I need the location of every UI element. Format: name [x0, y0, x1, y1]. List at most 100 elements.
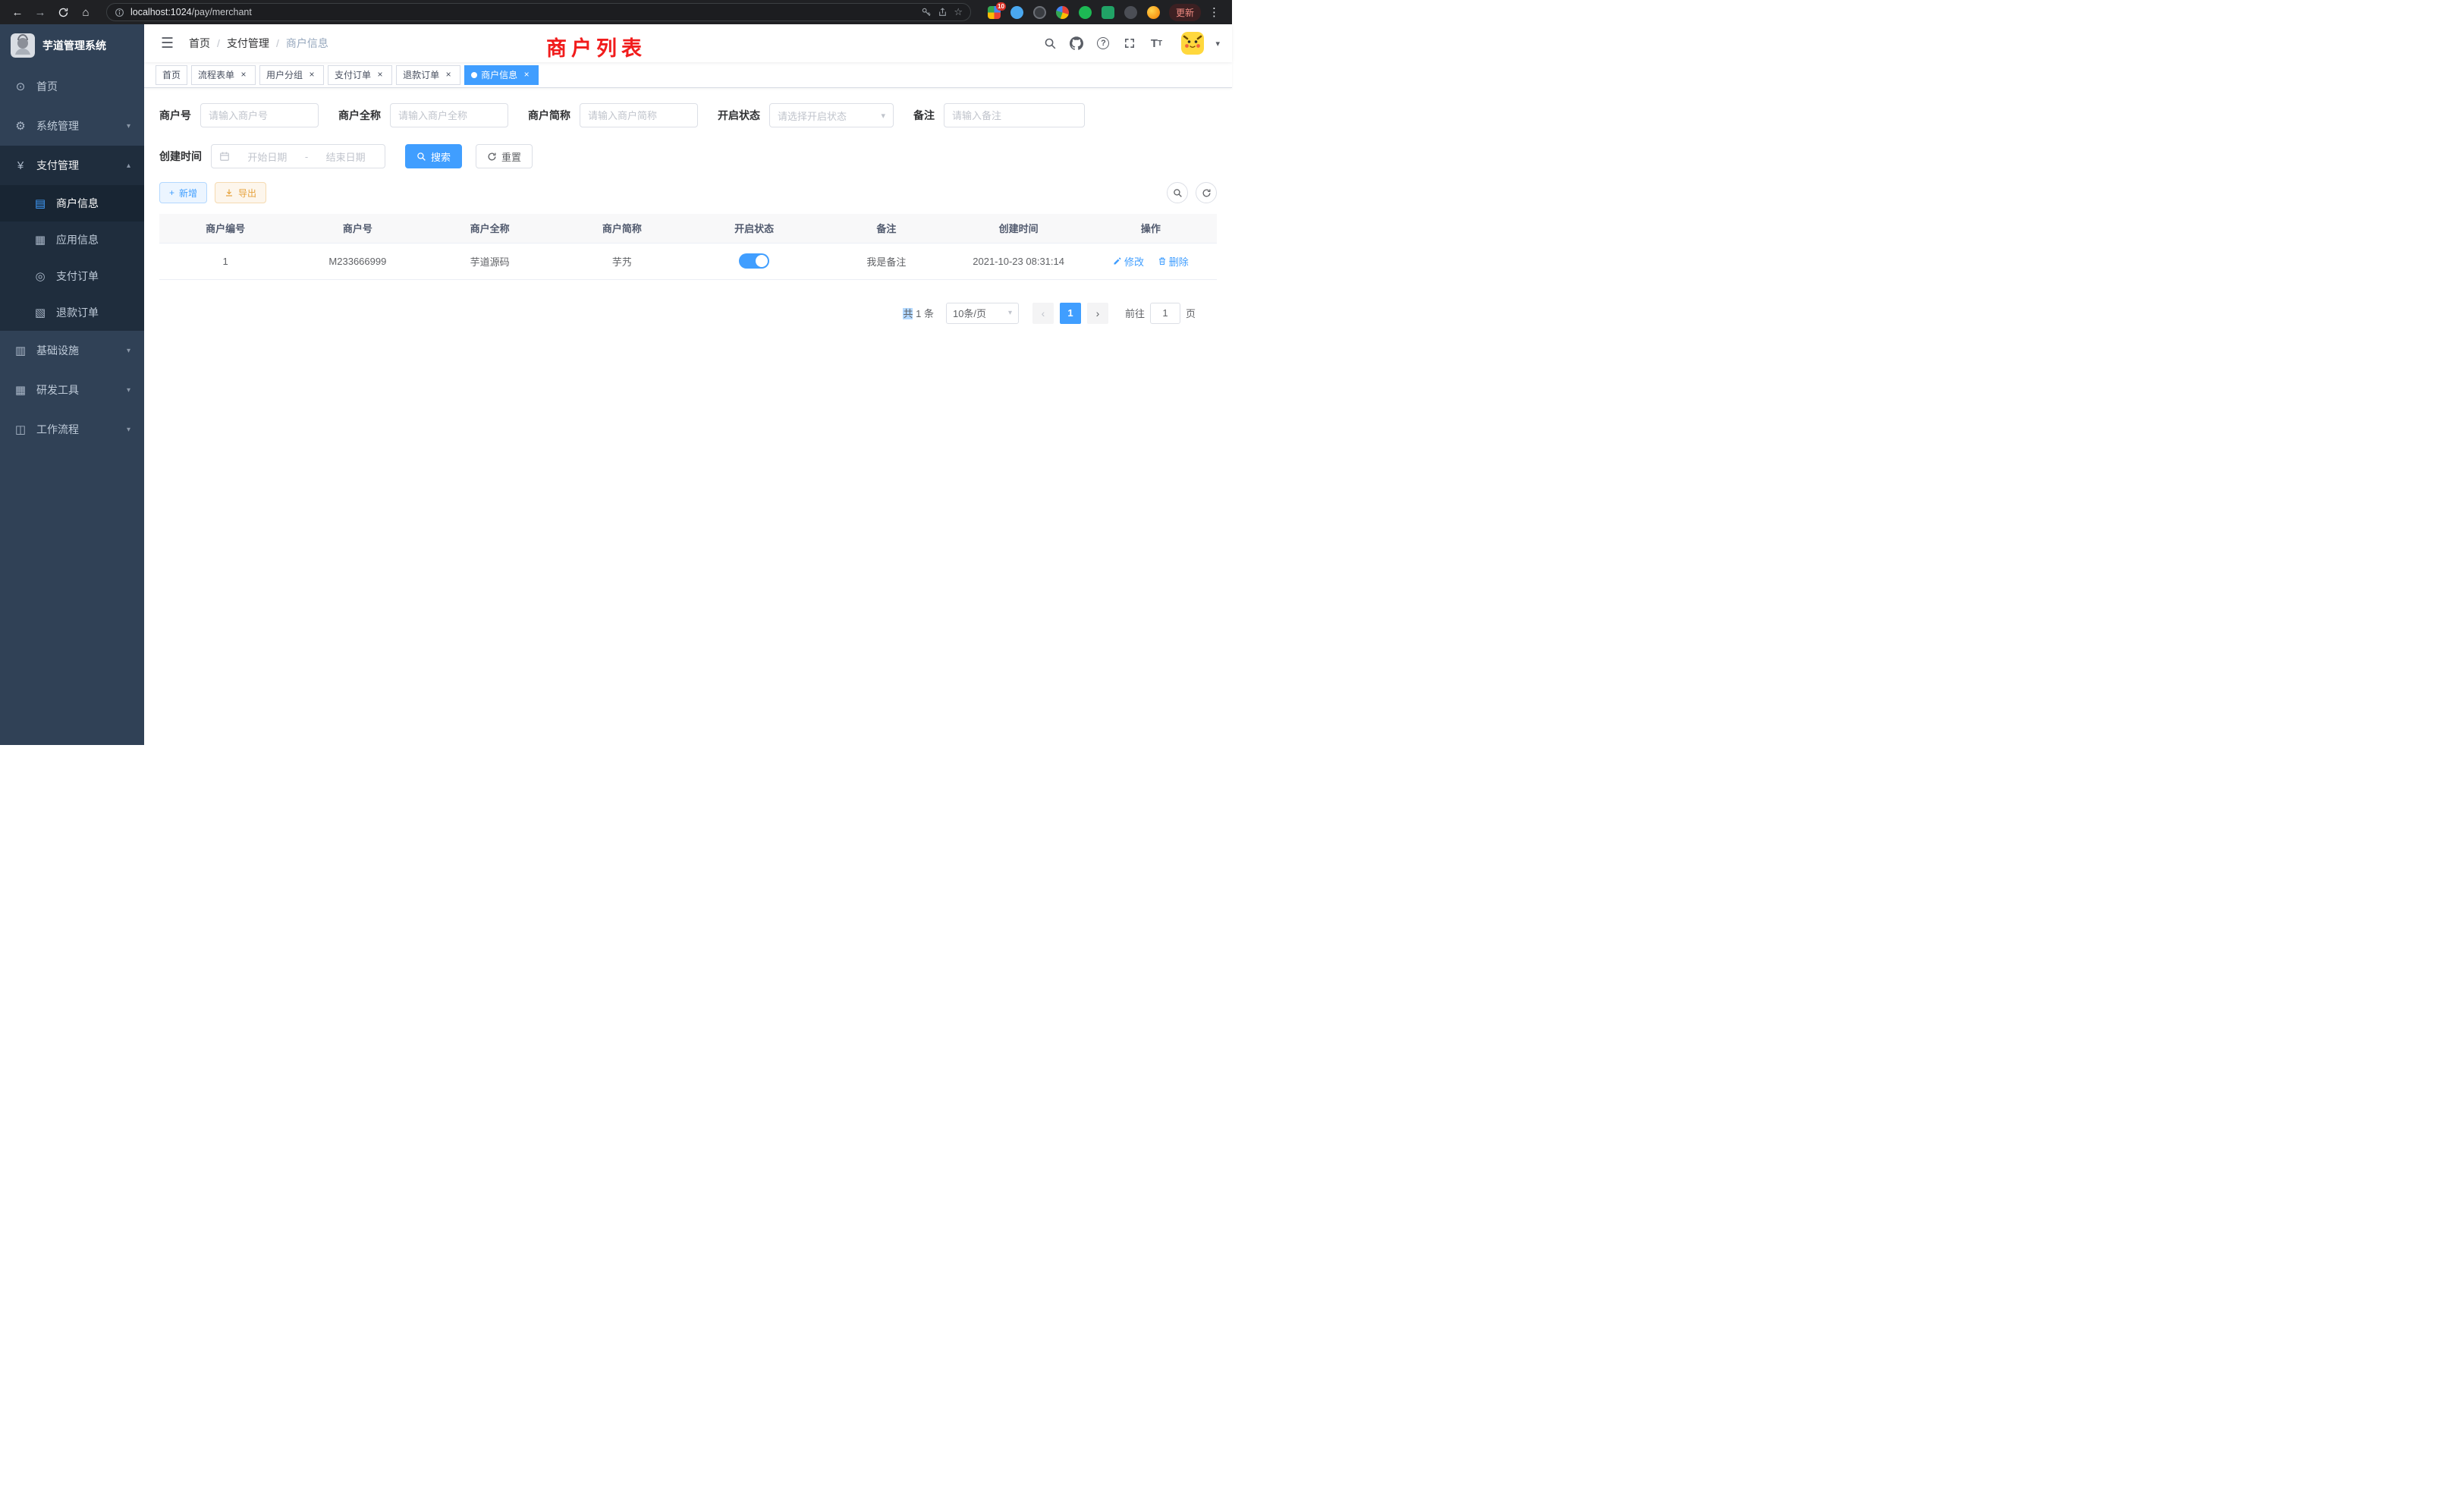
back-icon[interactable]: ←	[8, 2, 27, 22]
user-avatar[interactable]	[1181, 32, 1204, 55]
cell-create-time: 2021-10-23 08:31:14	[953, 243, 1085, 279]
remark-input[interactable]	[944, 103, 1085, 127]
search-button[interactable]: 搜索	[405, 144, 462, 168]
extension-icon-6[interactable]	[1102, 6, 1114, 19]
chevron-down-icon: ▾	[127, 426, 130, 434]
tab-label: 支付订单	[335, 68, 371, 81]
page-suffix-label: 页	[1186, 306, 1196, 320]
tab-process-form[interactable]: 流程表单 ×	[191, 65, 256, 85]
site-info-icon[interactable]	[115, 8, 124, 17]
sidebar-item-payment[interactable]: ¥ 支付管理 ▴	[0, 146, 144, 185]
plus-icon: +	[169, 187, 174, 198]
tab-label: 商户信息	[481, 68, 517, 81]
merchant-no-input[interactable]	[200, 103, 319, 127]
sidebar-item-dev-tools[interactable]: ▦ 研发工具 ▾	[0, 370, 144, 410]
reset-button[interactable]: 重置	[476, 144, 533, 168]
address-bar[interactable]: localhost:1024/pay/merchant ☆	[106, 3, 971, 21]
extension-icon-7[interactable]	[1124, 6, 1137, 19]
fullscreen-icon[interactable]	[1122, 36, 1137, 51]
col-merchant-id: 商户编号	[159, 214, 291, 243]
short-name-input[interactable]	[580, 103, 698, 127]
add-button[interactable]: + 新增	[159, 182, 207, 203]
calendar-icon	[219, 151, 230, 162]
edit-link[interactable]: 修改	[1113, 254, 1144, 269]
tab-close-icon[interactable]: ×	[443, 70, 454, 80]
tab-pay-order[interactable]: 支付订单 ×	[328, 65, 392, 85]
tab-close-icon[interactable]: ×	[306, 70, 317, 80]
tab-merchant-info[interactable]: 商户信息 ×	[464, 65, 539, 85]
app-grid-icon: ▦	[33, 233, 47, 247]
search-icon[interactable]	[1042, 36, 1058, 51]
share-icon[interactable]	[938, 7, 948, 17]
full-name-input[interactable]	[390, 103, 508, 127]
reload-icon[interactable]	[53, 2, 73, 22]
sidebar-item-app-info[interactable]: ▦ 应用信息	[0, 222, 144, 258]
tab-close-icon[interactable]: ×	[375, 70, 385, 80]
create-time-range-picker[interactable]: 开始日期 - 结束日期	[211, 144, 385, 168]
cell-remark: 我是备注	[820, 243, 952, 279]
next-page-button[interactable]: ›	[1087, 303, 1108, 324]
prev-page-button[interactable]: ‹	[1032, 303, 1054, 324]
home-icon[interactable]: ⌂	[76, 2, 96, 22]
merchant-icon: ▤	[33, 196, 47, 210]
status-label: 开启状态	[718, 108, 760, 123]
extension-icon-4[interactable]	[1056, 6, 1069, 19]
sidebar-item-merchant-info[interactable]: ▤ 商户信息	[0, 185, 144, 222]
tab-close-icon[interactable]: ×	[238, 70, 249, 80]
breadcrumb-separator: /	[217, 37, 220, 49]
col-short-name: 商户简称	[556, 214, 688, 243]
refund-icon: ▧	[33, 306, 47, 319]
extension-icon-1[interactable]: 10	[988, 6, 1001, 19]
cell-short-name: 芋艿	[556, 243, 688, 279]
extension-badge: 10	[996, 2, 1006, 11]
goto-page-input[interactable]	[1150, 303, 1180, 324]
create-time-label: 创建时间	[159, 149, 202, 164]
cell-full-name: 芋道源码	[424, 243, 556, 279]
help-icon[interactable]: ?	[1095, 36, 1111, 51]
status-select[interactable]: 请选择开启状态 ▾	[769, 103, 894, 127]
col-status: 开启状态	[688, 214, 820, 243]
sidebar-logo-row: 芋道管理系统	[0, 24, 144, 67]
extension-icon-8[interactable]	[1147, 6, 1160, 19]
browser-menu-icon[interactable]: ⋮	[1204, 5, 1224, 19]
url-text[interactable]: localhost:1024/pay/merchant	[130, 7, 915, 17]
refresh-table-button[interactable]	[1196, 182, 1217, 203]
dashboard-icon: ⊙	[14, 80, 27, 93]
extension-icon-2[interactable]	[1010, 6, 1023, 19]
password-key-icon[interactable]	[921, 7, 932, 17]
toggle-search-button[interactable]	[1167, 182, 1188, 203]
breadcrumb-home[interactable]: 首页	[189, 36, 210, 51]
extension-icon-3[interactable]	[1033, 6, 1046, 19]
status-toggle-on[interactable]	[739, 253, 769, 269]
sidebar-item-workflow[interactable]: ◫ 工作流程 ▾	[0, 410, 144, 449]
remark-label: 备注	[913, 108, 935, 123]
sidebar-item-label: 支付管理	[36, 158, 79, 173]
sidebar-item-refund-order[interactable]: ▧ 退款订单	[0, 294, 144, 331]
sidebar-item-system[interactable]: ⚙ 系统管理 ▾	[0, 106, 144, 146]
sidebar-item-infrastructure[interactable]: ▥ 基础设施 ▾	[0, 331, 144, 370]
export-button[interactable]: 导出	[215, 182, 266, 203]
avatar-caret-down-icon[interactable]: ▾	[1215, 39, 1220, 49]
sidebar-item-home[interactable]: ⊙ 首页	[0, 67, 144, 106]
forward-icon[interactable]: →	[30, 2, 50, 22]
sidebar-item-pay-order[interactable]: ◎ 支付订单	[0, 258, 144, 294]
page-number-1[interactable]: 1	[1060, 303, 1081, 324]
cell-merchant-id: 1	[159, 243, 291, 279]
date-range-separator: -	[305, 151, 308, 162]
hamburger-icon[interactable]: ☰	[156, 35, 178, 52]
delete-link[interactable]: 删除	[1158, 254, 1189, 269]
extension-icon-5[interactable]	[1079, 6, 1092, 19]
breadcrumb-payment[interactable]: 支付管理	[227, 36, 269, 51]
tab-home[interactable]: 首页	[156, 65, 187, 85]
tab-refund-order[interactable]: 退款订单 ×	[396, 65, 460, 85]
tab-close-icon[interactable]: ×	[521, 70, 532, 80]
chrome-update-button[interactable]: 更新	[1169, 4, 1201, 21]
breadcrumb-current: 商户信息	[286, 36, 328, 51]
page-content: 商户号 商户全称 商户简称 开启状态 请选择开启状态 ▾	[144, 88, 1232, 745]
font-size-icon[interactable]: TT	[1149, 36, 1164, 51]
bookmark-star-icon[interactable]: ☆	[954, 6, 963, 18]
page-size-select[interactable]: 10条/页 ▾	[946, 303, 1019, 324]
yen-icon: ¥	[14, 159, 27, 172]
github-icon[interactable]	[1069, 36, 1084, 51]
tab-user-group[interactable]: 用户分组 ×	[259, 65, 324, 85]
